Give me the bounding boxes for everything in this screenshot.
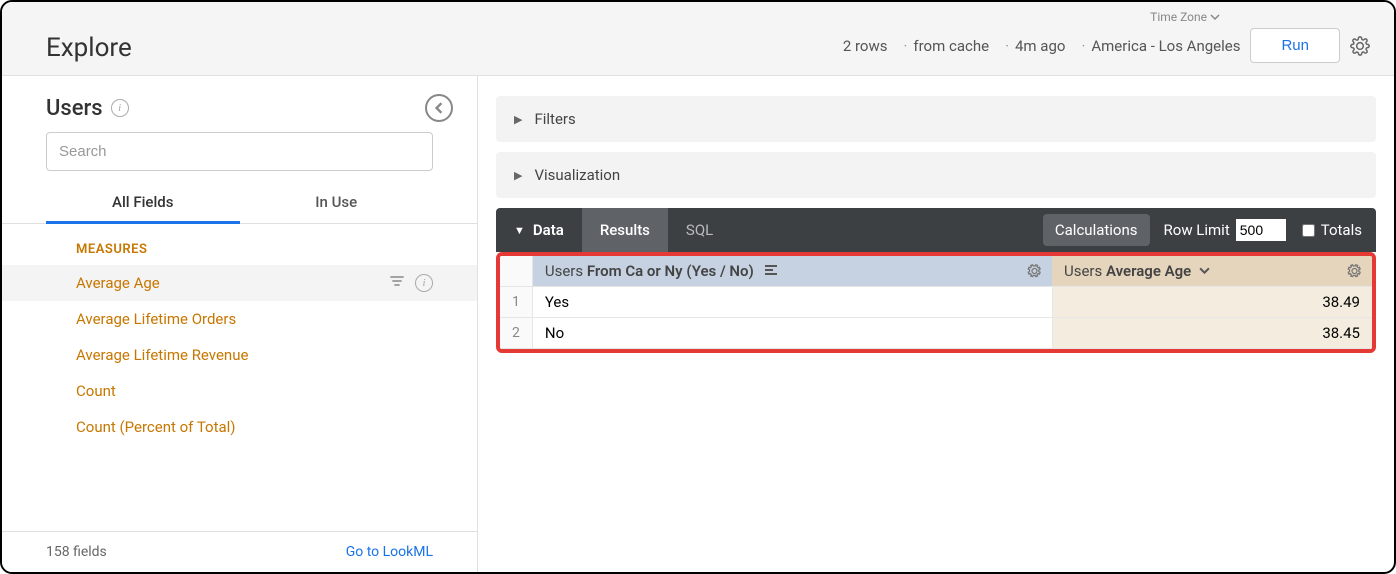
settings-gear-icon[interactable] bbox=[1350, 36, 1370, 56]
main-content: ▶ Filters ▶ Visualization ▼ Data Results… bbox=[478, 76, 1394, 572]
field-label: Average Lifetime Orders bbox=[76, 310, 236, 328]
status-region: America - Los Angeles bbox=[1075, 37, 1240, 55]
field-label: Average Lifetime Revenue bbox=[76, 346, 248, 364]
status-age: 4m ago bbox=[999, 37, 1065, 55]
visualization-panel[interactable]: ▶ Visualization bbox=[496, 152, 1376, 198]
field-count[interactable]: Count bbox=[2, 373, 477, 409]
filters-panel[interactable]: ▶ Filters bbox=[496, 96, 1376, 142]
col2-prefix: Users bbox=[1064, 262, 1106, 280]
status-rows: 2 rows bbox=[843, 37, 888, 55]
table-row: 2 No 38.45 bbox=[500, 318, 1372, 349]
column-gear-icon[interactable] bbox=[1347, 264, 1362, 279]
column-header-measure[interactable]: Users Average Age bbox=[1052, 256, 1372, 287]
fields-count: 158 fields bbox=[46, 544, 107, 560]
info-icon[interactable]: i bbox=[111, 99, 129, 117]
row-number: 1 bbox=[500, 287, 532, 318]
filter-icon[interactable] bbox=[389, 274, 405, 292]
go-to-lookml-link[interactable]: Go to LookML bbox=[346, 544, 433, 560]
results-table-highlight: Users From Ca or Ny (Yes / No) bbox=[496, 252, 1376, 353]
sql-tab[interactable]: SQL bbox=[668, 208, 731, 252]
cell-dimension[interactable]: No bbox=[532, 318, 1052, 349]
data-tab[interactable]: ▼ Data bbox=[496, 208, 582, 252]
results-table: Users From Ca or Ny (Yes / No) bbox=[500, 256, 1372, 349]
rownum-header bbox=[500, 256, 532, 287]
column-header-dimension[interactable]: Users From Ca or Ny (Yes / No) bbox=[532, 256, 1052, 287]
timezone-selector[interactable]: Time Zone bbox=[1150, 10, 1220, 24]
caret-down-icon: ▼ bbox=[514, 224, 525, 237]
totals-checkbox[interactable] bbox=[1302, 224, 1315, 237]
sidebar: Users i All Fields In Use MEASURES Avera… bbox=[2, 76, 478, 572]
timezone-label-text: Time Zone bbox=[1150, 10, 1207, 24]
info-icon[interactable]: i bbox=[415, 274, 433, 292]
column-gear-icon[interactable] bbox=[1027, 264, 1042, 279]
sidebar-tabs: All Fields In Use bbox=[2, 181, 477, 224]
measures-section-label: MEASURES bbox=[2, 238, 477, 265]
search-input[interactable] bbox=[46, 132, 433, 171]
results-tab[interactable]: Results bbox=[582, 208, 668, 252]
collapse-sidebar-button[interactable] bbox=[425, 94, 453, 122]
status-cache: from cache bbox=[897, 37, 989, 55]
pivot-icon[interactable] bbox=[764, 264, 778, 276]
cell-measure[interactable]: 38.45 bbox=[1052, 318, 1372, 349]
col1-main: From Ca or Ny (Yes / No) bbox=[587, 262, 754, 280]
col1-prefix: Users bbox=[545, 262, 587, 280]
row-limit-label: Row Limit bbox=[1164, 221, 1230, 239]
header: Explore Time Zone 2 rows from cache 4m a… bbox=[2, 2, 1394, 76]
field-count-percent[interactable]: Count (Percent of Total) bbox=[2, 409, 477, 445]
sidebar-footer: 158 fields Go to LookML bbox=[2, 531, 477, 572]
field-label: Average Age bbox=[76, 274, 160, 292]
fields-list: MEASURES Average Age i Average Lifetime … bbox=[2, 224, 477, 531]
table-row: 1 Yes 38.49 bbox=[500, 287, 1372, 318]
calculations-button[interactable]: Calculations bbox=[1043, 214, 1150, 246]
col2-main: Average Age bbox=[1106, 262, 1191, 280]
explore-name-text: Users bbox=[46, 96, 103, 121]
field-average-lifetime-revenue[interactable]: Average Lifetime Revenue bbox=[2, 337, 477, 373]
field-label: Count bbox=[76, 382, 116, 400]
field-average-age[interactable]: Average Age i bbox=[2, 265, 477, 301]
cell-dimension[interactable]: Yes bbox=[532, 287, 1052, 318]
sort-desc-icon[interactable] bbox=[1199, 265, 1210, 279]
cell-measure[interactable]: 38.49 bbox=[1052, 287, 1372, 318]
row-limit-input[interactable] bbox=[1236, 219, 1286, 241]
run-button[interactable]: Run bbox=[1250, 28, 1340, 63]
chevron-down-icon bbox=[1210, 12, 1220, 22]
caret-right-icon: ▶ bbox=[514, 113, 522, 126]
tab-in-use[interactable]: In Use bbox=[240, 181, 434, 223]
tab-all-fields[interactable]: All Fields bbox=[46, 181, 240, 223]
caret-right-icon: ▶ bbox=[514, 169, 522, 182]
data-tab-label: Data bbox=[533, 221, 564, 239]
totals-label: Totals bbox=[1321, 221, 1362, 239]
field-average-lifetime-orders[interactable]: Average Lifetime Orders bbox=[2, 301, 477, 337]
visualization-label: Visualization bbox=[534, 166, 620, 184]
row-number: 2 bbox=[500, 318, 532, 349]
field-label: Count (Percent of Total) bbox=[76, 418, 236, 436]
data-bar: ▼ Data Results SQL Calculations Row Limi… bbox=[496, 208, 1376, 252]
explore-name: Users i bbox=[46, 96, 129, 121]
filters-label: Filters bbox=[534, 110, 575, 128]
page-title: Explore bbox=[46, 33, 132, 63]
